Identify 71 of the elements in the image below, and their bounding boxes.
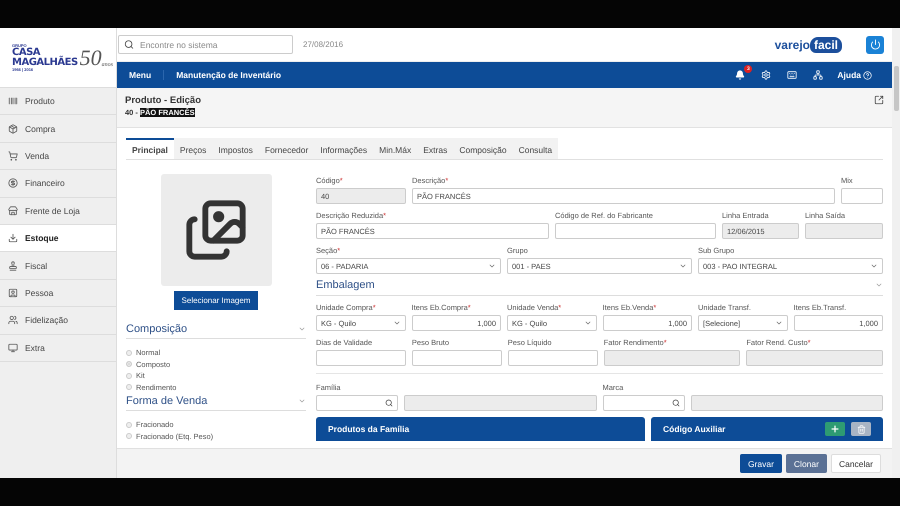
footer-button[interactable]: Cancelar — [830, 454, 881, 473]
input-field[interactable] — [841, 188, 883, 204]
search-field[interactable] — [316, 395, 398, 411]
popout-icon[interactable] — [874, 95, 884, 105]
footer-button[interactable]: Clonar — [786, 454, 827, 473]
tab[interactable]: Impostos — [212, 138, 259, 159]
delete-button[interactable] — [851, 422, 871, 436]
input-field[interactable] — [555, 223, 716, 239]
search-field[interactable] — [602, 395, 684, 411]
person-card-icon — [8, 288, 18, 298]
stamp-icon — [8, 260, 18, 271]
sidebar-item[interactable]: Frente de Loja — [0, 198, 116, 225]
page-title: Manutenção de Inventário — [175, 70, 282, 80]
search-input[interactable]: Encontre no sistema — [138, 38, 287, 50]
form-title: Produto - Edição — [125, 95, 201, 106]
tab[interactable]: Consulta — [512, 138, 558, 159]
dollar-icon — [8, 178, 18, 188]
download-icon — [8, 233, 18, 244]
plus-icon — [830, 424, 840, 434]
menu-button[interactable]: Menu — [117, 70, 164, 80]
caret-icon[interactable] — [875, 281, 883, 289]
caret-icon — [488, 262, 496, 270]
cart-icon — [8, 150, 18, 161]
help-link[interactable]: Ajuda — [837, 70, 872, 80]
section-title: Embalagem — [316, 279, 375, 291]
package-icon — [8, 124, 18, 134]
power-icon — [870, 39, 880, 50]
input-field[interactable] — [316, 350, 406, 366]
power-button[interactable] — [866, 36, 884, 54]
sidebar-item[interactable]: Estoque — [0, 224, 116, 252]
hierarchy-icon — [813, 70, 824, 80]
select-image-button[interactable]: Selecionar Imagem — [174, 291, 258, 310]
caret-icon — [392, 319, 400, 327]
keyboard-icon — [787, 70, 798, 80]
caret-icon[interactable] — [298, 397, 306, 405]
footer-button[interactable]: Gravar — [740, 454, 782, 473]
input-field[interactable] — [508, 350, 598, 366]
caret-icon[interactable] — [298, 325, 306, 333]
caret-icon — [584, 319, 592, 327]
panel-header: Código Auxiliar — [651, 417, 883, 441]
tab[interactable]: Informações — [314, 138, 374, 159]
search-icon — [124, 39, 134, 50]
help-icon — [863, 70, 872, 80]
settings-icon — [761, 70, 772, 80]
store-icon — [8, 206, 18, 216]
tab[interactable]: Extras — [417, 138, 454, 159]
date-text: 27/08/2016 — [303, 40, 344, 49]
caret-icon — [679, 262, 687, 270]
tab[interactable]: Fornecedor — [258, 138, 314, 159]
sidebar-item[interactable]: Extra — [0, 334, 116, 362]
search-icon — [672, 399, 680, 407]
search-field[interactable]: Encontre no sistema — [118, 35, 293, 54]
add-button[interactable] — [825, 422, 845, 436]
section-title: Composição — [126, 323, 188, 335]
bell-icon — [735, 70, 746, 80]
sidebar-item[interactable]: Pessoa — [0, 280, 116, 308]
input-field[interactable] — [412, 350, 502, 366]
barcode-icon — [8, 96, 18, 106]
panel-header: Produtos da Família — [316, 417, 645, 441]
tab[interactable]: Preços — [174, 138, 212, 159]
monitor-icon — [8, 342, 18, 353]
brand-logo: varejo facil — [774, 36, 842, 52]
tab[interactable]: Composição — [453, 138, 513, 159]
trash-icon — [856, 424, 866, 434]
caret-icon — [870, 262, 878, 270]
scrollbar[interactable] — [892, 28, 900, 478]
section-title: Forma de Venda — [126, 395, 208, 407]
search-icon — [385, 399, 393, 407]
users-icon — [8, 315, 18, 326]
tab[interactable]: Min.Máx — [373, 138, 418, 159]
caret-icon — [774, 319, 782, 327]
